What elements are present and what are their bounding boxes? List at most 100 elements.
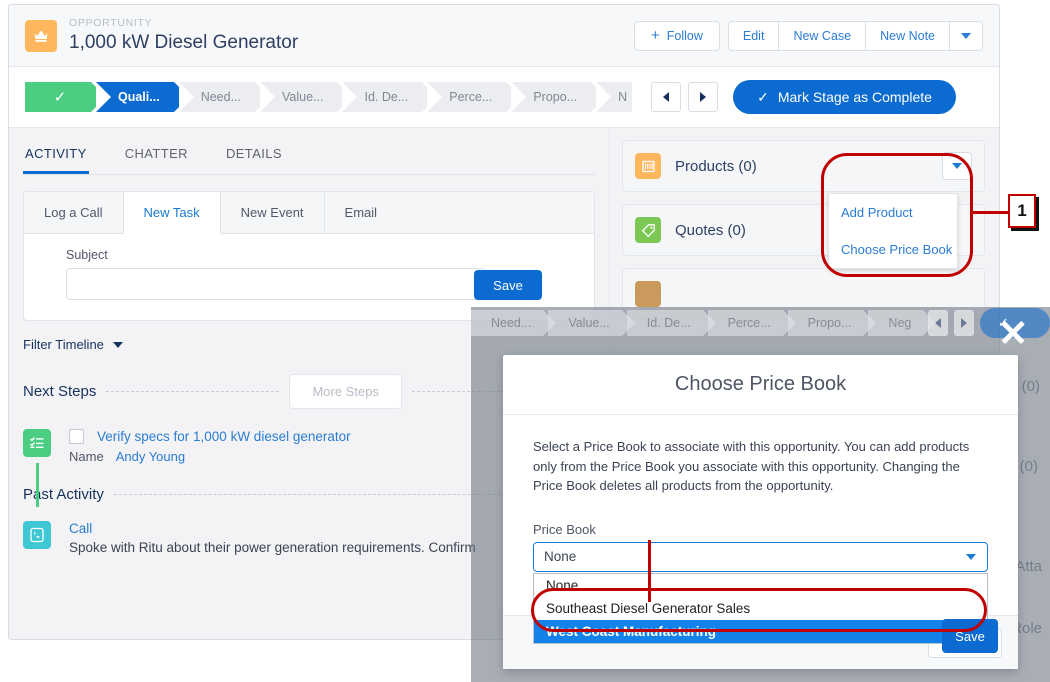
composer-tab-email[interactable]: Email bbox=[325, 192, 398, 233]
call-description: Spoke with Ritu about their power genera… bbox=[69, 540, 476, 555]
annotation-leader-line-1 bbox=[970, 211, 1012, 214]
menu-item-add-product[interactable]: Add Product bbox=[829, 194, 957, 231]
price-book-options-list: None Southeast Diesel Generator Sales We… bbox=[533, 573, 988, 644]
activity-composer: Log a Call New Task New Event Email Subj… bbox=[23, 191, 595, 321]
tab-activity[interactable]: ACTIVITY bbox=[23, 134, 89, 174]
new-note-button[interactable]: New Note bbox=[866, 20, 950, 51]
annotation-badge-1: 1 bbox=[1008, 194, 1036, 228]
price-book-label: Price Book bbox=[533, 521, 596, 537]
tab-details[interactable]: DETAILS bbox=[224, 134, 284, 174]
triangle-right-icon bbox=[700, 92, 707, 102]
bg-stage-perception: Perce... bbox=[707, 310, 796, 336]
more-steps-button[interactable]: More Steps bbox=[289, 374, 402, 409]
background-path-stages: Need... Value... Id. De... Perce... Prop… bbox=[471, 307, 1050, 339]
menu-item-choose-price-book[interactable]: Choose Price Book bbox=[829, 231, 957, 268]
task-title-link[interactable]: Verify specs for 1,000 kW diesel generat… bbox=[97, 429, 351, 444]
composer-tab-log-a-call[interactable]: Log a Call bbox=[24, 192, 124, 233]
contact-roles-icon bbox=[635, 281, 661, 307]
crown-icon bbox=[25, 19, 57, 52]
price-book-selected-value: None bbox=[544, 549, 577, 564]
new-case-button[interactable]: New Case bbox=[779, 20, 867, 51]
more-actions-button[interactable] bbox=[950, 20, 983, 51]
divider bbox=[106, 391, 280, 392]
path-next-button[interactable] bbox=[688, 82, 719, 112]
record-type-label: OPPORTUNITY bbox=[69, 16, 153, 29]
record-tabs: ACTIVITY CHATTER DETAILS bbox=[23, 134, 595, 175]
dialog-title: Choose Price Book bbox=[503, 355, 1018, 415]
chevron-down-icon bbox=[112, 341, 123, 348]
path-stage-proposal[interactable]: Propo... bbox=[511, 82, 606, 112]
path-stage-needs[interactable]: Need... bbox=[178, 82, 271, 112]
record-titles: OPPORTUNITY 1,000 kW Diesel Generator bbox=[69, 17, 298, 55]
price-book-option-none[interactable]: None bbox=[534, 574, 987, 597]
task-name-row: Name Andy Young bbox=[69, 449, 351, 464]
path-stage-value[interactable]: Value... bbox=[260, 82, 354, 112]
products-menu-button[interactable] bbox=[942, 152, 972, 180]
edit-button[interactable]: Edit bbox=[727, 20, 780, 51]
task-checkbox[interactable] bbox=[69, 429, 84, 444]
follow-button[interactable]: + Follow bbox=[634, 20, 720, 51]
path-pager bbox=[651, 82, 725, 112]
composer-save-button[interactable]: Save bbox=[474, 270, 542, 300]
check-icon: ✓ bbox=[53, 88, 67, 106]
triangle-right-icon bbox=[961, 318, 968, 328]
path-prev-button[interactable] bbox=[651, 82, 682, 112]
plus-icon: + bbox=[651, 27, 660, 44]
bg-stage-needs: Need... bbox=[471, 310, 557, 336]
subject-label: Subject bbox=[66, 248, 108, 262]
composer-tab-new-event[interactable]: New Event bbox=[221, 192, 325, 233]
mark-stage-complete-button[interactable]: ✓ Mark Stage as Complete bbox=[733, 80, 956, 114]
bg-stage-id-decision: Id. De... bbox=[626, 310, 716, 336]
sales-path: ✓ Quali... Need... Value... Id. De... Pe… bbox=[9, 67, 999, 128]
path-stage-perception[interactable]: Perce... bbox=[427, 82, 522, 112]
triangle-left-icon bbox=[663, 92, 670, 102]
path-stage-negotiation[interactable]: N bbox=[596, 82, 633, 112]
header-actions: + Follow Edit New Case New Note bbox=[634, 20, 983, 51]
task-name-link[interactable]: Andy Young bbox=[116, 449, 185, 464]
task-list-icon bbox=[23, 429, 51, 457]
choose-price-book-dialog: Choose Price Book Select a Price Book to… bbox=[503, 355, 1018, 669]
path-stage-completed[interactable]: ✓ bbox=[25, 82, 106, 112]
bg-stage-negotiation: Neg bbox=[868, 310, 937, 336]
call-title-link[interactable]: Call bbox=[69, 521, 476, 536]
price-book-option-west-coast[interactable]: West Coast Manufacturing bbox=[534, 620, 987, 643]
screenshot-root: OPPORTUNITY 1,000 kW Diesel Generator + … bbox=[0, 0, 1050, 682]
filter-timeline-label: Filter Timeline bbox=[23, 337, 104, 352]
mark-stage-complete-label: Mark Stage as Complete bbox=[777, 89, 932, 105]
bg-path-next-button bbox=[954, 310, 974, 336]
chevron-down-icon bbox=[966, 553, 976, 560]
tab-chatter[interactable]: CHATTER bbox=[123, 134, 190, 174]
related-card-label: Quotes (0) bbox=[675, 221, 746, 239]
bg-stage-value: Value... bbox=[548, 310, 636, 336]
products-dropdown-menu: Add Product Choose Price Book bbox=[828, 193, 958, 269]
product-icon bbox=[635, 153, 661, 179]
annotation-leader-line-2 bbox=[648, 540, 651, 602]
page-title: 1,000 kW Diesel Generator bbox=[69, 31, 299, 53]
subject-input[interactable] bbox=[66, 268, 486, 300]
close-icon[interactable] bbox=[996, 315, 1030, 349]
composer-tabs: Log a Call New Task New Event Email bbox=[24, 192, 594, 234]
phone-icon bbox=[23, 521, 51, 549]
path-stage-id-decision[interactable]: Id. De... bbox=[342, 82, 437, 112]
chevron-down-icon bbox=[961, 32, 971, 39]
follow-button-label: Follow bbox=[666, 28, 703, 43]
related-card-products[interactable]: Products (0) bbox=[622, 140, 985, 192]
task-details: Verify specs for 1,000 kW diesel generat… bbox=[69, 429, 351, 464]
related-card-label: Products (0) bbox=[675, 157, 757, 175]
dialog-description: Select a Price Book to associate with th… bbox=[533, 439, 970, 493]
path-stage-qualification[interactable]: Quali... bbox=[96, 82, 189, 112]
next-steps-title: Next Steps bbox=[23, 383, 97, 400]
dialog-content: Select a Price Book to associate with th… bbox=[503, 415, 1018, 644]
quote-tag-icon bbox=[635, 217, 661, 243]
record-header: OPPORTUNITY 1,000 kW Diesel Generator + … bbox=[9, 5, 999, 67]
bg-stage-proposal: Propo... bbox=[787, 310, 877, 336]
task-title-row: Verify specs for 1,000 kW diesel generat… bbox=[69, 429, 351, 444]
price-book-select[interactable]: None bbox=[533, 541, 988, 572]
check-icon: ✓ bbox=[757, 88, 769, 105]
save-button[interactable]: Save bbox=[942, 619, 998, 653]
composer-tab-new-task[interactable]: New Task bbox=[123, 192, 221, 234]
price-book-option-southeast[interactable]: Southeast Diesel Generator Sales bbox=[534, 597, 987, 620]
path-stages: ✓ Quali... Need... Value... Id. De... Pe… bbox=[25, 82, 637, 112]
chevron-down-icon bbox=[952, 163, 962, 169]
call-details: Call Spoke with Ritu about their power g… bbox=[69, 521, 476, 555]
